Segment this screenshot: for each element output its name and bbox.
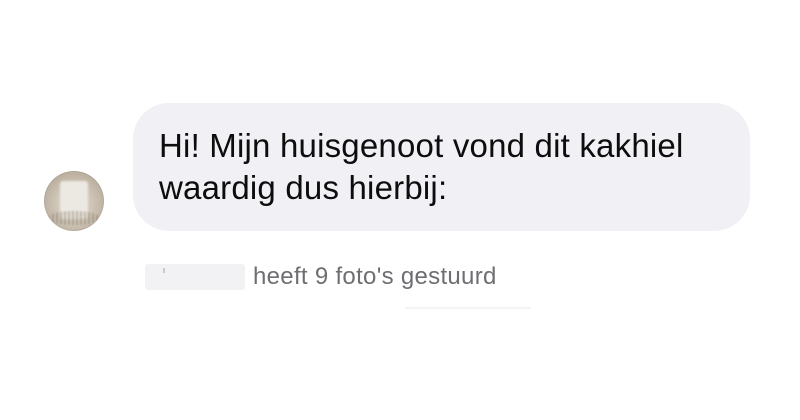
faint-divider [405, 307, 531, 309]
redacted-sender-name [145, 264, 245, 290]
message-bubble[interactable]: Hi! Mijn huisgenoot vond dit kakhiel waa… [133, 103, 750, 231]
message-text: Hi! Mijn huisgenoot vond dit kakhiel waa… [159, 127, 684, 206]
photos-sent-text: heeft 9 foto's gestuurd [253, 263, 497, 290]
avatar-image-texture [48, 211, 100, 225]
sender-avatar[interactable] [44, 171, 104, 231]
photos-sent-notice: heeft 9 foto's gestuurd [145, 262, 497, 292]
